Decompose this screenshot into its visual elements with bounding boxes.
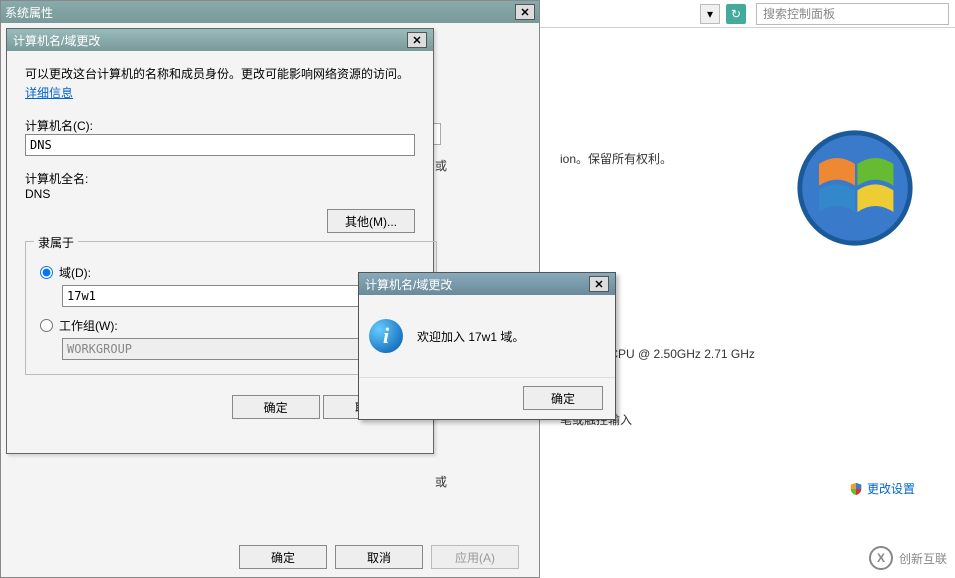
other-button[interactable]: 其他(M)...: [327, 209, 415, 233]
member-of-legend: 隶属于: [34, 234, 78, 251]
workgroup-radio-label: 工作组(W):: [59, 317, 118, 334]
domain-change-titlebar: 计算机名/域更改 ✕: [7, 29, 433, 51]
full-name-label: 计算机全名:: [25, 170, 415, 187]
domain-change-ok-button[interactable]: 确定: [232, 395, 320, 419]
watermark: X 创新互联: [869, 546, 947, 570]
cpu-info-text: 5-7200U CPU @ 2.50GHz 2.71 GHz: [560, 347, 935, 361]
help-text: 可以更改这台计算机的名称和成员身份。更改可能影响网络资源的访问。 详细信息: [25, 65, 415, 103]
sysprops-apply-button: 应用(A): [431, 545, 519, 569]
close-icon[interactable]: ✕: [407, 32, 427, 48]
refresh-icon[interactable]: ↻: [726, 4, 746, 24]
control-panel-addressbar: ▾ ↻ 搜索控制面板: [540, 0, 955, 28]
close-icon[interactable]: ✕: [589, 276, 609, 292]
partial-text-or: 或: [435, 157, 447, 174]
msgbox-message: 欢迎加入 17w1 域。: [417, 328, 524, 345]
sysprops-titlebar: 系统属性 ✕: [1, 1, 539, 23]
domain-radio-label: 域(D):: [59, 264, 91, 281]
change-settings-link[interactable]: 更改设置: [849, 480, 915, 497]
msgbox-titlebar: 计算机名/域更改 ✕: [359, 273, 615, 295]
touch-info-text: 笔或触控输入: [560, 411, 935, 428]
windows-logo-icon: [795, 128, 915, 248]
domain-radio[interactable]: [40, 266, 53, 279]
computer-name-input[interactable]: [25, 134, 415, 156]
msgbox-ok-button[interactable]: 确定: [523, 386, 603, 410]
search-input[interactable]: 搜索控制面板: [756, 3, 949, 25]
watermark-text: 创新互联: [899, 550, 947, 567]
sysprops-ok-button[interactable]: 确定: [239, 545, 327, 569]
workgroup-radio[interactable]: [40, 319, 53, 332]
more-info-link[interactable]: 详细信息: [25, 86, 73, 100]
dropdown-arrow-icon[interactable]: ▾: [700, 4, 720, 24]
domain-change-title: 计算机名/域更改: [13, 32, 100, 49]
close-icon[interactable]: ✕: [515, 4, 535, 20]
watermark-logo-icon: X: [869, 546, 893, 570]
sysprops-cancel-button[interactable]: 取消: [335, 545, 423, 569]
welcome-message-box: 计算机名/域更改 ✕ i 欢迎加入 17w1 域。 确定: [358, 272, 616, 420]
msgbox-title: 计算机名/域更改: [365, 276, 452, 293]
full-name-value: DNS: [25, 187, 415, 201]
info-icon: i: [369, 319, 403, 353]
computer-name-label: 计算机名(C):: [25, 117, 415, 134]
sysprops-title: 系统属性: [5, 4, 53, 21]
partial-text-or2: 或: [435, 473, 447, 490]
shield-icon: [849, 482, 863, 496]
